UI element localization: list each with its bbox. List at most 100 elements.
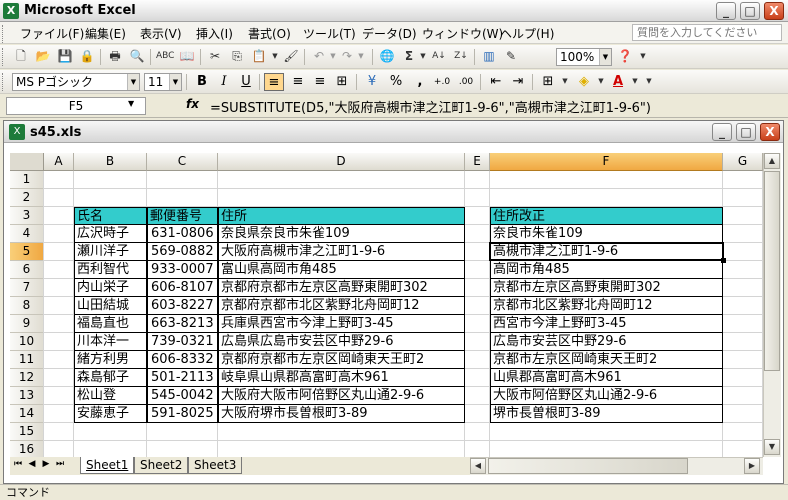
table-cell-address[interactable]: 岐阜県山県郡高富町高木961 (218, 369, 465, 387)
table-cell-revised[interactable]: 堺市長曽根町3-89 (490, 405, 723, 423)
menu-format[interactable]: 書式(O) (248, 25, 291, 42)
new-file-icon[interactable]: 🗋 (12, 48, 30, 65)
column-header-c[interactable]: C (147, 153, 218, 171)
toolbar-grip[interactable] (2, 73, 5, 91)
font-select[interactable]: MS Pゴシック ▼ (12, 73, 140, 91)
row-header-1[interactable]: 1 (10, 171, 44, 189)
table-cell-revised[interactable]: 京都市左京区高野東開町302 (490, 279, 723, 297)
row-header-7[interactable]: 7 (10, 279, 44, 297)
table-cell-address[interactable]: 奈良県奈良市朱雀109 (218, 225, 465, 243)
table-cell-zip[interactable]: 569-0882 (147, 243, 218, 261)
menu-grip[interactable] (2, 25, 5, 43)
decrease-decimal-icon[interactable]: .00 (456, 73, 476, 91)
permission-icon[interactable]: 🔒 (78, 48, 96, 65)
menu-tools[interactable]: ツール(T) (303, 25, 356, 42)
prev-sheet-icon[interactable]: ◀ (26, 459, 38, 469)
underline-button[interactable]: U (236, 73, 256, 91)
row-header-10[interactable]: 10 (10, 333, 44, 351)
row-header-6[interactable]: 6 (10, 261, 44, 279)
row-header-5[interactable]: 5 (10, 243, 44, 261)
name-box[interactable]: F5 (6, 97, 146, 115)
table-cell-address[interactable]: 富山県高岡市角485 (218, 261, 465, 279)
row-header-9[interactable]: 9 (10, 315, 44, 333)
table-cell-name[interactable]: 川本洋一 (74, 333, 147, 351)
help-icon[interactable]: ❓ (616, 48, 634, 65)
first-sheet-icon[interactable]: ⏮ (12, 459, 24, 469)
fill-handle[interactable] (721, 258, 726, 263)
align-left-icon[interactable]: ≡ (264, 73, 284, 91)
row-header-3[interactable]: 3 (10, 207, 44, 225)
menu-view[interactable]: 表示(V) (140, 25, 182, 42)
formula-input[interactable]: =SUBSTITUTE(D5,"大阪府高槻市津之江町1-9-6","高槻市津之江… (210, 97, 651, 116)
row-header-4[interactable]: 4 (10, 225, 44, 243)
currency-icon[interactable]: ¥ (362, 73, 382, 91)
column-header-f[interactable]: F (490, 153, 723, 171)
insert-function-button[interactable]: fx (186, 97, 199, 111)
header-name-cell[interactable]: 氏名 (74, 207, 147, 225)
table-cell-name[interactable]: 内山栄子 (74, 279, 147, 297)
percent-button[interactable]: % (386, 73, 406, 91)
spellcheck-icon[interactable]: ABC (156, 48, 174, 65)
table-cell-revised[interactable]: 高岡市角485 (490, 261, 723, 279)
restore-button[interactable]: □ (740, 2, 760, 20)
help-search-input[interactable] (632, 24, 782, 41)
row-header-8[interactable]: 8 (10, 297, 44, 315)
open-folder-icon[interactable]: 📂 (34, 48, 52, 65)
increase-decimal-icon[interactable]: +.0 (432, 73, 452, 91)
table-cell-zip[interactable]: 933-0007 (147, 261, 218, 279)
hyperlink-icon[interactable]: 🌐 (378, 48, 396, 65)
table-cell-zip[interactable]: 501-2113 (147, 369, 218, 387)
header-address-cell[interactable]: 住所 (218, 207, 465, 225)
row-header-16[interactable]: 16 (10, 441, 44, 457)
sheet-tab-3[interactable]: Sheet3 (188, 457, 243, 474)
row-header-11[interactable]: 11 (10, 351, 44, 369)
print-preview-icon[interactable]: 🔍 (128, 48, 146, 65)
borders-icon[interactable]: ⊞ (538, 73, 558, 91)
scroll-down-icon[interactable]: ▼ (764, 439, 780, 455)
menu-edit[interactable]: 編集(E) (85, 25, 126, 42)
table-cell-name[interactable]: 山田結城 (74, 297, 147, 315)
row-header-14[interactable]: 14 (10, 405, 44, 423)
header-revised-cell[interactable]: 住所改正 (490, 207, 723, 225)
select-all-corner[interactable] (10, 153, 44, 171)
row-header-2[interactable]: 2 (10, 189, 44, 207)
table-cell-name[interactable]: 福島直也 (74, 315, 147, 333)
drawing-icon[interactable]: ✎ (502, 48, 520, 65)
toolbar-options-icon[interactable]: ▼ (640, 73, 658, 90)
sort-descending-icon[interactable]: Z↓ (452, 48, 470, 65)
table-cell-revised[interactable]: 山県郡高富町高木961 (490, 369, 723, 387)
sheet-tab-2[interactable]: Sheet2 (134, 457, 189, 474)
scroll-right-icon[interactable]: ▶ (744, 458, 760, 474)
table-cell-name[interactable]: 森島郁子 (74, 369, 147, 387)
table-cell-name[interactable]: 緒方利男 (74, 351, 147, 369)
horizontal-scroll-thumb[interactable] (488, 458, 688, 474)
chevron-down-icon[interactable]: ▼ (128, 99, 134, 108)
borders-dropdown-icon[interactable]: ▼ (556, 73, 574, 90)
table-cell-zip[interactable]: 591-8025 (147, 405, 218, 423)
excel-app-icon[interactable]: X (3, 3, 19, 19)
italic-button[interactable]: I (214, 73, 234, 91)
table-cell-zip[interactable]: 603-8227 (147, 297, 218, 315)
format-painter-icon[interactable]: 🖌 (282, 48, 300, 65)
table-cell-zip[interactable]: 545-0042 (147, 387, 218, 405)
fill-color-icon[interactable]: ◈ (574, 73, 594, 91)
cut-icon[interactable]: ✂ (206, 48, 224, 65)
horizontal-scrollbar[interactable]: ◀ ▶ (470, 457, 763, 475)
toolbar-options-icon[interactable]: ▼ (634, 48, 652, 65)
minimize-button[interactable]: _ (716, 2, 736, 20)
row-header-12[interactable]: 12 (10, 369, 44, 387)
menu-help[interactable]: ヘルプ(H) (500, 25, 554, 42)
column-header-e[interactable]: E (465, 153, 490, 171)
column-header-a[interactable]: A (44, 153, 74, 171)
table-cell-address[interactable]: 広島県広島市安芸区中野29-6 (218, 333, 465, 351)
toolbar-grip[interactable] (2, 48, 5, 66)
vertical-scroll-thumb[interactable] (764, 171, 780, 371)
header-zip-cell[interactable]: 郵便番号 (147, 207, 218, 225)
table-cell-name[interactable]: 広沢時子 (74, 225, 147, 243)
menu-window[interactable]: ウィンドウ(W) (422, 25, 503, 42)
print-icon[interactable]: 🖶 (106, 48, 124, 65)
table-cell-address[interactable]: 京都府京都市左京区岡崎東天王町2 (218, 351, 465, 369)
next-sheet-icon[interactable]: ▶ (40, 459, 52, 469)
table-cell-address[interactable]: 兵庫県西宮市今津上野町3-45 (218, 315, 465, 333)
table-cell-revised[interactable]: 西宮市今津上野町3-45 (490, 315, 723, 333)
